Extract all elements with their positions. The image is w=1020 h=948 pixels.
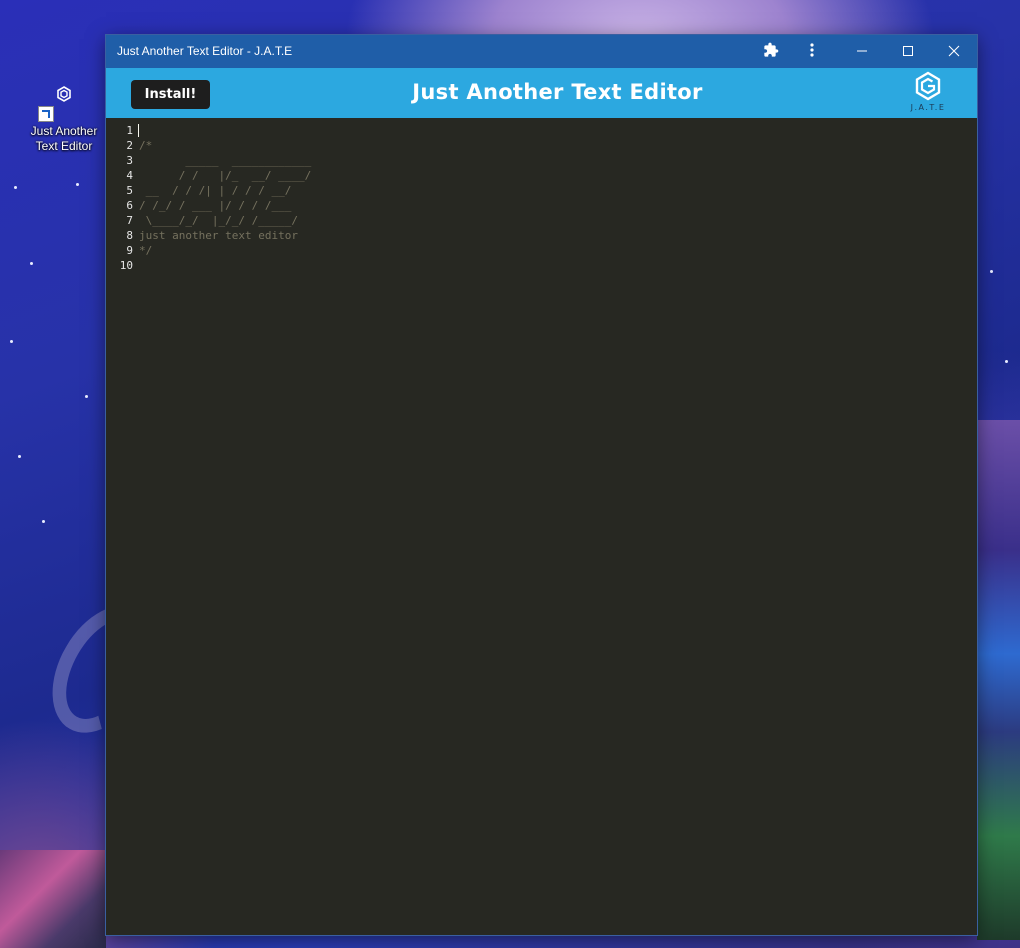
more-options-button[interactable] — [789, 35, 835, 68]
extensions-icon — [763, 42, 779, 62]
line-number: 6 — [126, 199, 133, 212]
shortcut-arrow-icon — [38, 106, 54, 122]
window-title: Just Another Text Editor - J.A.T.E — [117, 44, 293, 58]
editor-content[interactable]: /* _____ ____________ / / |/_ __/ ____/ … — [139, 123, 311, 273]
line-number: 1 — [126, 124, 133, 137]
star — [85, 395, 88, 398]
logo-text: J.A.T.E — [910, 103, 946, 112]
title-bar[interactable]: Just Another Text Editor - J.A.T.E — [106, 35, 977, 68]
code-line[interactable]: _____ ____________ — [139, 153, 311, 168]
code-line[interactable]: __ / / /| | / / / __/ — [139, 183, 311, 198]
line-number: 2 — [126, 139, 133, 152]
minimize-icon — [856, 42, 868, 61]
star — [1005, 360, 1008, 363]
star — [42, 520, 45, 523]
jate-logo: J.A.T.E — [903, 71, 953, 117]
code-line[interactable]: / / |/_ __/ ____/ — [139, 168, 311, 183]
code-line[interactable]: / /_/ / ___ |/ / / /___ — [139, 198, 311, 213]
maximize-button[interactable] — [885, 35, 931, 68]
app-title: Just Another Text Editor — [412, 80, 703, 104]
shortcut-label-line2: Text Editor — [35, 139, 93, 153]
line-number: 10 — [119, 259, 133, 272]
extensions-button[interactable] — [748, 35, 794, 68]
line-number: 3 — [126, 154, 133, 167]
star — [18, 455, 21, 458]
close-icon — [948, 42, 960, 61]
line-number: 4 — [126, 169, 133, 182]
star — [14, 186, 17, 189]
wallpaper-art-right — [977, 420, 1020, 940]
line-number: 5 — [126, 184, 133, 197]
code-line[interactable]: just another text editor — [139, 228, 311, 243]
line-number: 9 — [126, 244, 133, 257]
more-vert-icon — [805, 42, 819, 62]
code-line[interactable] — [139, 123, 311, 138]
star — [76, 183, 79, 186]
line-number: 7 — [126, 214, 133, 227]
wallpaper-art-bottom — [0, 850, 106, 948]
code-line[interactable] — [139, 258, 311, 273]
star — [10, 340, 13, 343]
code-line[interactable]: \____/_/ |_/_/ /_____/ — [139, 213, 311, 228]
code-editor[interactable]: 1 2 3 4 5 6 7 8 9 10 /* _____ ____________ / / |/… — [106, 118, 977, 935]
app-header: Install! Just Another Text Editor J.A.T.… — [106, 68, 977, 118]
code-line[interactable]: */ — [139, 243, 311, 258]
maximize-icon — [902, 42, 914, 61]
minimize-button[interactable] — [839, 35, 885, 68]
star — [990, 270, 993, 273]
line-number: 8 — [126, 229, 133, 242]
shortcut-label-line1: Just Another — [30, 124, 98, 138]
desktop-shortcut-jate[interactable]: Just Another Text Editor — [24, 86, 104, 154]
app-window: Just Another Text Editor - J.A.T.E Insta… — [106, 35, 977, 935]
star — [30, 262, 33, 265]
code-line[interactable]: /* — [139, 138, 311, 153]
jate-app-icon — [56, 86, 72, 102]
line-number-gutter: 1 2 3 4 5 6 7 8 9 10 — [106, 123, 133, 273]
close-button[interactable] — [931, 35, 977, 68]
